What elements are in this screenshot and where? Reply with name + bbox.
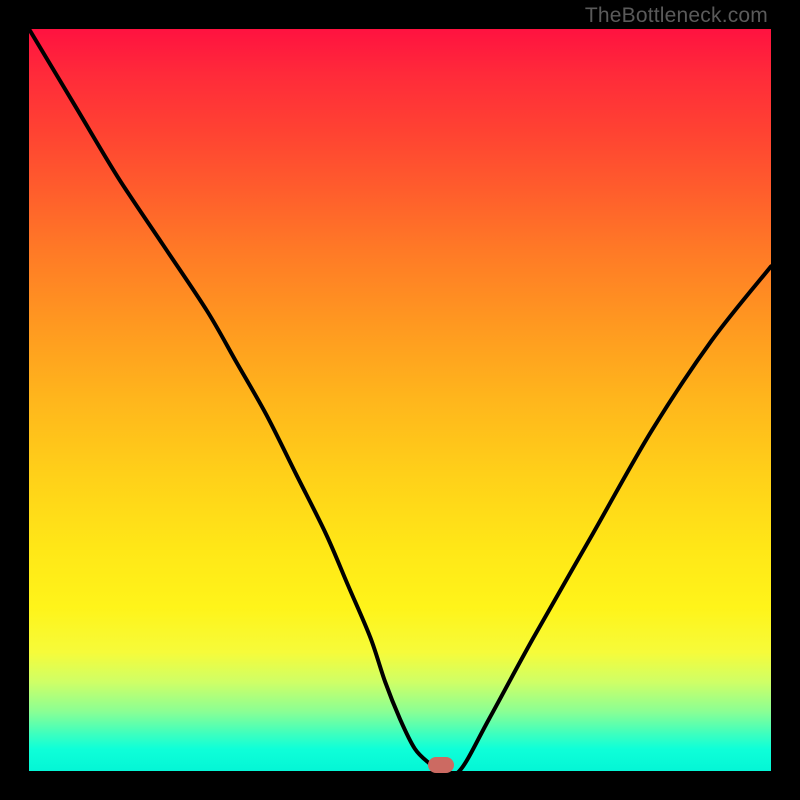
curve-path bbox=[29, 29, 771, 771]
optimum-marker bbox=[428, 757, 454, 773]
plot-area bbox=[29, 29, 771, 771]
bottleneck-curve bbox=[29, 29, 771, 771]
chart-frame: TheBottleneck.com bbox=[0, 0, 800, 800]
attribution-text: TheBottleneck.com bbox=[585, 4, 768, 28]
